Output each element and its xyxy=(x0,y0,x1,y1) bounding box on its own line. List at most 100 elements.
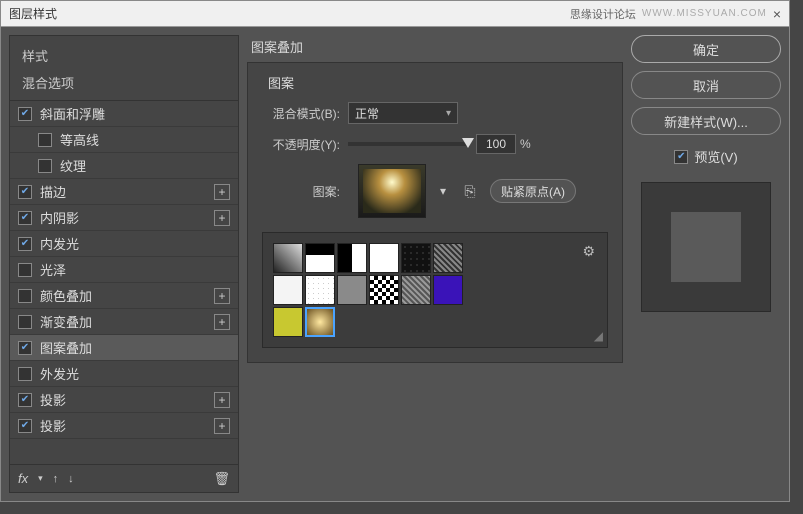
style-item[interactable]: 外发光 xyxy=(10,361,238,387)
panel-subtitle: 图案 xyxy=(262,73,608,92)
fx-icon[interactable]: fx xyxy=(18,471,28,486)
pattern-label: 图案: xyxy=(262,183,340,200)
chevron-down-icon[interactable]: ▾ xyxy=(38,473,43,484)
pattern-swatch[interactable] xyxy=(401,243,431,273)
pattern-swatch[interactable] xyxy=(273,243,303,273)
add-effect-icon[interactable]: + xyxy=(214,314,230,330)
opacity-slider[interactable] xyxy=(348,142,468,146)
style-label: 描边 xyxy=(40,182,214,201)
style-label: 内发光 xyxy=(40,234,230,253)
pattern-picker: ⚙ ◢ xyxy=(262,232,608,348)
style-item[interactable]: 渐变叠加+ xyxy=(10,309,238,335)
add-effect-icon[interactable]: + xyxy=(214,418,230,434)
style-item[interactable]: 等高线 xyxy=(10,127,238,153)
style-label: 颜色叠加 xyxy=(40,286,214,305)
style-item[interactable]: 描边+ xyxy=(10,179,238,205)
pattern-swatch[interactable] xyxy=(305,307,335,337)
cancel-button[interactable]: 取消 xyxy=(631,71,781,99)
chevron-down-icon: ▾ xyxy=(446,108,451,119)
style-item[interactable]: 投影+ xyxy=(10,387,238,413)
style-label: 投影 xyxy=(40,416,214,435)
forum-url: WWW.MISSYUAN.COM xyxy=(642,8,767,19)
opacity-label: 不透明度(Y): xyxy=(262,136,340,153)
style-checkbox[interactable] xyxy=(18,237,32,251)
arrow-down-icon[interactable]: ↓ xyxy=(68,473,74,485)
style-item[interactable]: 斜面和浮雕 xyxy=(10,101,238,127)
blend-mode-select[interactable]: 正常 ▾ xyxy=(348,102,458,124)
action-buttons: 确定 取消 新建样式(W)... 预览(V) xyxy=(631,35,781,493)
forum-name: 思缘设计论坛 xyxy=(570,6,636,22)
style-checkbox[interactable] xyxy=(18,289,32,303)
pattern-swatch[interactable] xyxy=(369,275,399,305)
styles-sidebar: 样式 混合选项 斜面和浮雕等高线纹理描边+内阴影+内发光光泽颜色叠加+渐变叠加+… xyxy=(9,35,239,493)
style-label: 投影 xyxy=(40,390,214,409)
opacity-input[interactable] xyxy=(476,134,516,154)
style-checkbox[interactable] xyxy=(18,211,32,225)
pattern-swatch[interactable] xyxy=(273,275,303,305)
style-label: 斜面和浮雕 xyxy=(40,104,230,123)
pattern-swatch[interactable] xyxy=(337,275,367,305)
style-label: 图案叠加 xyxy=(40,338,230,357)
preview-label: 预览(V) xyxy=(694,147,737,166)
add-effect-icon[interactable]: + xyxy=(214,184,230,200)
add-effect-icon[interactable]: + xyxy=(214,288,230,304)
style-item[interactable]: 内阴影+ xyxy=(10,205,238,231)
blending-options[interactable]: 混合选项 xyxy=(10,69,238,101)
gear-icon[interactable]: ⚙ xyxy=(582,243,595,260)
trash-icon[interactable]: 🗑 xyxy=(213,471,230,487)
style-item[interactable]: 颜色叠加+ xyxy=(10,283,238,309)
add-effect-icon[interactable]: + xyxy=(214,392,230,408)
style-checkbox[interactable] xyxy=(38,133,52,147)
style-list: 斜面和浮雕等高线纹理描边+内阴影+内发光光泽颜色叠加+渐变叠加+图案叠加外发光投… xyxy=(10,101,238,464)
ok-button[interactable]: 确定 xyxy=(631,35,781,63)
swatch-grid xyxy=(273,243,473,337)
style-checkbox[interactable] xyxy=(18,315,32,329)
style-checkbox[interactable] xyxy=(18,341,32,355)
style-checkbox[interactable] xyxy=(18,393,32,407)
style-checkbox[interactable] xyxy=(18,367,32,381)
blend-mode-label: 混合模式(B): xyxy=(262,105,340,122)
dialog-title: 图层样式 xyxy=(9,5,57,22)
style-label: 纹理 xyxy=(60,156,230,175)
add-effect-icon[interactable]: + xyxy=(214,210,230,226)
style-item[interactable]: 内发光 xyxy=(10,231,238,257)
style-item[interactable]: 投影+ xyxy=(10,413,238,439)
pattern-swatch[interactable] xyxy=(337,243,367,273)
preview-checkbox[interactable] xyxy=(674,150,688,164)
snap-origin-button[interactable]: 贴紧原点(A) xyxy=(490,179,576,203)
titlebar: 图层样式 思缘设计论坛 WWW.MISSYUAN.COM × xyxy=(1,1,789,27)
style-label: 内阴影 xyxy=(40,208,214,227)
style-label: 光泽 xyxy=(40,260,230,279)
style-label: 外发光 xyxy=(40,364,230,383)
style-label: 渐变叠加 xyxy=(40,312,214,331)
pattern-swatch[interactable] xyxy=(369,243,399,273)
resize-handle-icon[interactable]: ◢ xyxy=(594,329,603,343)
pattern-panel: 图案 混合模式(B): 正常 ▾ 不透明度(Y): % 图案: xyxy=(247,62,623,363)
style-item[interactable]: 光泽 xyxy=(10,257,238,283)
style-checkbox[interactable] xyxy=(18,419,32,433)
pattern-swatch[interactable] xyxy=(401,275,431,305)
pattern-swatch[interactable] xyxy=(433,243,463,273)
panel-heading: 图案叠加 xyxy=(247,35,623,62)
pattern-swatch[interactable] xyxy=(305,275,335,305)
new-style-button[interactable]: 新建样式(W)... xyxy=(631,107,781,135)
pattern-swatch[interactable] xyxy=(433,275,463,305)
pattern-swatch[interactable] xyxy=(273,307,303,337)
close-icon[interactable]: × xyxy=(773,6,781,22)
style-item[interactable]: 图案叠加 xyxy=(10,335,238,361)
preview-box xyxy=(641,182,771,312)
pattern-dropdown-icon[interactable]: ▾ xyxy=(436,184,450,198)
pattern-thumbnail[interactable] xyxy=(358,164,426,218)
sidebar-header: 样式 xyxy=(10,36,238,69)
style-item[interactable]: 纹理 xyxy=(10,153,238,179)
style-checkbox[interactable] xyxy=(18,263,32,277)
sidebar-footer: fx ▾ ↑ ↓ 🗑 xyxy=(10,464,238,492)
pattern-swatch[interactable] xyxy=(305,243,335,273)
preview-swatch xyxy=(671,212,741,282)
style-checkbox[interactable] xyxy=(18,107,32,121)
style-checkbox[interactable] xyxy=(18,185,32,199)
new-preset-icon[interactable]: ⎘ xyxy=(460,181,480,201)
style-checkbox[interactable] xyxy=(38,159,52,173)
arrow-up-icon[interactable]: ↑ xyxy=(53,473,59,485)
settings-panel: 图案叠加 图案 混合模式(B): 正常 ▾ 不透明度(Y): % xyxy=(247,35,623,493)
